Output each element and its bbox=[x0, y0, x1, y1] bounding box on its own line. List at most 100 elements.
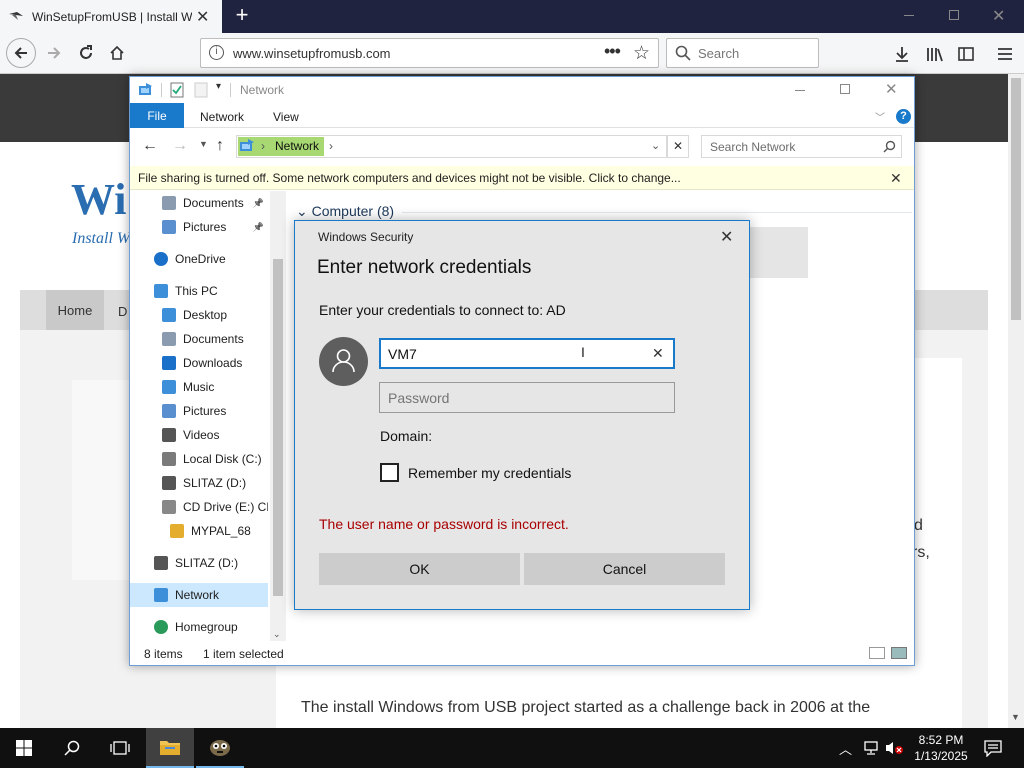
taskbar-file-explorer[interactable] bbox=[146, 728, 194, 768]
scroll-down-icon[interactable]: ▼ bbox=[1011, 712, 1020, 722]
task-view-button[interactable] bbox=[96, 728, 144, 768]
nav-item-label: Local Disk (C:) bbox=[183, 452, 262, 466]
address-bar[interactable]: › Network › ⌄ bbox=[236, 135, 667, 158]
nav-up-icon[interactable]: ↑ bbox=[216, 137, 224, 155]
ok-button[interactable]: OK bbox=[319, 553, 520, 585]
pin-icon[interactable]: 📌 bbox=[253, 222, 264, 233]
reload-button[interactable] bbox=[72, 39, 100, 67]
nav-item[interactable]: Homegroup bbox=[154, 615, 268, 639]
site-title[interactable]: Wi bbox=[71, 174, 126, 225]
menu-button[interactable] bbox=[991, 40, 1019, 68]
browser-tab[interactable]: WinSetupFromUSB | Install Win ✕ bbox=[0, 0, 222, 33]
remember-label[interactable]: Remember my credentials bbox=[408, 465, 571, 481]
nav-item-label: This PC bbox=[175, 284, 218, 298]
browser-search-bar[interactable]: Search bbox=[666, 38, 819, 68]
nav-item[interactable]: Desktop bbox=[162, 303, 268, 327]
site-nav-home[interactable]: Home bbox=[46, 290, 104, 330]
url-bar[interactable]: i www.winsetupfromusb.com ••• ☆ bbox=[200, 38, 659, 68]
page-actions-icon[interactable]: ••• bbox=[604, 41, 621, 62]
group-header[interactable]: ⌄ Computer (8) bbox=[296, 203, 394, 220]
pictures-icon bbox=[162, 220, 176, 234]
forward-button[interactable] bbox=[40, 39, 68, 67]
tab-view[interactable]: View bbox=[273, 110, 299, 124]
nav-item[interactable]: SLITAZ (D:) bbox=[154, 551, 268, 575]
explorer-search-box[interactable]: Search Network bbox=[701, 135, 902, 158]
clock[interactable]: 8:52 PM 1/13/2025 bbox=[910, 732, 972, 764]
explorer-close-icon[interactable]: ✕ bbox=[885, 80, 898, 98]
pin-icon[interactable]: 📌 bbox=[253, 198, 264, 209]
nav-item[interactable]: OneDrive bbox=[154, 247, 268, 271]
explorer-ribbon bbox=[130, 103, 914, 128]
nav-item[interactable]: CD Drive (E:) CD bbox=[162, 495, 268, 519]
minimize-icon[interactable] bbox=[904, 15, 914, 16]
tab-close-icon[interactable]: ✕ bbox=[196, 7, 209, 27]
sidebar-button[interactable] bbox=[952, 40, 980, 68]
nav-back-icon[interactable]: ← bbox=[142, 137, 158, 155]
nav-item[interactable]: SLITAZ (D:) bbox=[162, 471, 268, 495]
back-button[interactable] bbox=[6, 38, 36, 68]
network-status-icon[interactable] bbox=[862, 740, 880, 756]
nav-item[interactable]: Pictures 📌 bbox=[162, 215, 268, 239]
dialog-close-icon[interactable]: ✕ bbox=[720, 227, 733, 247]
recent-dropdown-icon[interactable]: ▼ bbox=[199, 139, 208, 149]
crumb-separator-icon[interactable]: › bbox=[329, 139, 333, 153]
taskbar-search-button[interactable] bbox=[48, 728, 96, 768]
new-tab-button[interactable]: + bbox=[230, 4, 254, 28]
nav-item[interactable]: Local Disk (C:) bbox=[162, 447, 268, 471]
explorer-minimize-icon[interactable] bbox=[795, 90, 805, 91]
downloads-button[interactable] bbox=[888, 40, 916, 68]
nav-item[interactable]: Pictures bbox=[162, 399, 268, 423]
tab-file[interactable]: File bbox=[130, 103, 184, 128]
username-field[interactable]: VM7 I ✕ bbox=[379, 338, 675, 369]
tab-network[interactable]: Network bbox=[200, 110, 244, 124]
music-icon bbox=[162, 380, 176, 394]
file-sharing-infobar[interactable]: File sharing is turned off. Some network… bbox=[130, 166, 914, 190]
nav-item[interactable]: Music bbox=[162, 375, 268, 399]
navigation-scrollbar[interactable]: ⌄ bbox=[270, 191, 286, 641]
page-scrollbar-thumb[interactable] bbox=[1011, 78, 1021, 320]
qat-dropdown-icon[interactable]: ▾ bbox=[216, 81, 221, 92]
nav-item[interactable]: Documents 📌 bbox=[162, 191, 268, 215]
nav-item[interactable]: Documents bbox=[162, 327, 268, 351]
nav-forward-icon[interactable]: → bbox=[172, 137, 188, 155]
explorer-search-placeholder: Search Network bbox=[710, 139, 796, 154]
large-icons-view-icon[interactable] bbox=[891, 647, 907, 659]
infobar-close-icon[interactable]: ✕ bbox=[890, 170, 902, 187]
page-info-icon[interactable]: i bbox=[209, 45, 224, 60]
nav-scroll-down-icon[interactable]: ⌄ bbox=[273, 629, 281, 640]
restore-icon[interactable] bbox=[949, 10, 959, 20]
library-button[interactable] bbox=[921, 40, 949, 68]
home-button[interactable] bbox=[103, 39, 131, 67]
action-center-icon[interactable] bbox=[984, 739, 1002, 757]
remember-checkbox[interactable] bbox=[380, 463, 399, 482]
address-crumb[interactable]: Network bbox=[275, 139, 319, 153]
show-hidden-icons-icon[interactable]: ︿ bbox=[839, 739, 852, 758]
status-selected: 1 item selected bbox=[203, 647, 284, 661]
address-clear-button[interactable]: ✕ bbox=[667, 135, 689, 158]
address-dropdown-icon[interactable]: ⌄ bbox=[651, 139, 660, 152]
ribbon-expand-icon[interactable]: ﹀ bbox=[875, 109, 885, 124]
volume-muted-icon[interactable] bbox=[884, 740, 904, 756]
nav-item[interactable]: Videos bbox=[162, 423, 268, 447]
explorer-maximize-icon[interactable] bbox=[840, 84, 850, 94]
nav-item[interactable]: This PC bbox=[154, 279, 268, 303]
details-view-icon[interactable] bbox=[869, 647, 885, 659]
nav-item[interactable]: Downloads bbox=[162, 351, 268, 375]
nav-item[interactable]: MYPAL_68 bbox=[170, 519, 268, 543]
cancel-button[interactable]: Cancel bbox=[524, 553, 725, 585]
new-folder-icon[interactable] bbox=[194, 82, 208, 98]
nav-item[interactable]: Network bbox=[130, 583, 268, 607]
help-icon[interactable]: ? bbox=[896, 109, 911, 124]
bookmark-star-icon[interactable]: ☆ bbox=[633, 42, 650, 65]
page-scrollbar[interactable]: ▼ bbox=[1008, 74, 1024, 728]
nav-item-label: MYPAL_68 bbox=[191, 524, 251, 538]
close-window-icon[interactable]: ✕ bbox=[992, 6, 1005, 26]
site-nav-next[interactable]: D bbox=[118, 304, 127, 319]
taskbar-browser[interactable] bbox=[196, 728, 244, 768]
password-input[interactable] bbox=[388, 390, 658, 406]
nav-scrollbar-thumb[interactable] bbox=[273, 259, 283, 596]
start-button[interactable] bbox=[0, 728, 48, 768]
password-field[interactable] bbox=[379, 382, 675, 413]
username-clear-icon[interactable]: ✕ bbox=[652, 345, 664, 362]
properties-icon[interactable] bbox=[170, 82, 184, 98]
